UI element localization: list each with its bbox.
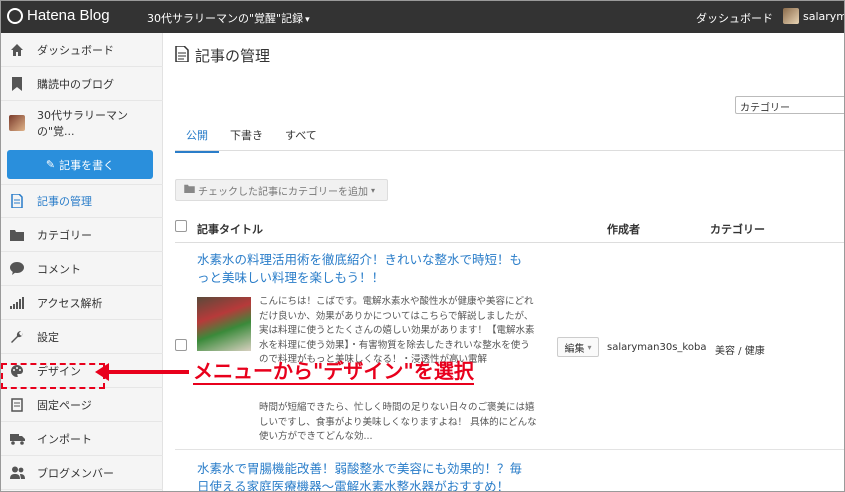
sidebar-item-label: アクセス解析 bbox=[37, 296, 103, 310]
arrow-shaft bbox=[109, 370, 189, 374]
sidebar-item-label: ダッシュボード bbox=[37, 43, 114, 57]
table-row: 水素水の料理活用術を徹底紹介！きれいな整水で時短！もっと美味しい料理を楽しもう！… bbox=[175, 243, 844, 450]
edit-button[interactable]: 編集 ▾ bbox=[557, 337, 599, 357]
user-menu[interactable]: salaryma bbox=[783, 8, 844, 24]
table-header: 記事タイトル 作成者 カテゴリー bbox=[175, 217, 844, 243]
annotation-text: メニューから"デザイン"を選択 bbox=[193, 359, 474, 385]
sidebar-item-label: 記事の管理 bbox=[37, 195, 92, 208]
blog-name-dropdown[interactable]: 30代サラリーマンの"覚醒"記録 bbox=[147, 10, 310, 26]
wrench-icon bbox=[9, 329, 25, 345]
sidebar-item-articles[interactable]: 記事の管理 bbox=[1, 184, 163, 218]
post-title-link[interactable]: 水素水の料理活用術を徹底紹介！きれいな整水で時短！もっと美味しい料理を楽しもう！… bbox=[197, 251, 527, 287]
add-category-label: チェックした記事にカテゴリーを追加 bbox=[198, 186, 368, 198]
sidebar-item-pages[interactable]: 固定ページ bbox=[1, 388, 163, 422]
home-icon bbox=[9, 42, 25, 58]
post-thumbnail bbox=[197, 297, 251, 351]
pencil-icon: ✎ bbox=[45, 158, 56, 171]
write-article-button[interactable]: ✎ 記事を書く bbox=[7, 150, 153, 179]
chevron-down-icon: ▾ bbox=[371, 185, 376, 195]
sidebar: ダッシュボード 購読中のブログ 30代サラリーマンの"覚... ✎ 記事を書く … bbox=[1, 33, 163, 491]
document-icon bbox=[9, 193, 25, 209]
edit-label: 編集 bbox=[564, 343, 585, 355]
row-checkbox[interactable] bbox=[175, 339, 187, 351]
members-icon bbox=[9, 465, 25, 481]
avatar bbox=[783, 8, 799, 24]
highlight-box bbox=[1, 363, 105, 389]
sidebar-item-label: 30代サラリーマンの"覚... bbox=[37, 109, 128, 138]
page-title: 記事の管理 bbox=[175, 44, 271, 66]
folder-icon bbox=[184, 184, 195, 196]
logo-ring-icon bbox=[7, 7, 23, 24]
sidebar-item-analytics[interactable]: アクセス解析 bbox=[1, 286, 163, 320]
username: salaryma bbox=[803, 9, 844, 23]
select-all-checkbox[interactable] bbox=[175, 220, 187, 232]
sidebar-item-comments[interactable]: コメント bbox=[1, 252, 163, 286]
dashboard-link[interactable]: ダッシュボード bbox=[696, 10, 773, 26]
page-icon bbox=[9, 397, 25, 413]
arrow-left-icon bbox=[95, 363, 109, 381]
write-article-label: 記事を書く bbox=[59, 158, 115, 172]
post-excerpt: こんにちは！こばです。電解水素水や酸性水が健康や美容にどれだけ良いか、効果があり… bbox=[259, 296, 535, 366]
chevron-down-icon: ▾ bbox=[587, 342, 592, 352]
sidebar-item-label: 固定ページ bbox=[37, 398, 92, 412]
page-title-text: 記事の管理 bbox=[195, 47, 271, 65]
table-row: 水素水で胃腸機能改善！弱酸整水で美容にも効果的！？毎日使える家庭医療機器～電解水… bbox=[175, 450, 844, 491]
folder-icon bbox=[9, 227, 25, 243]
add-category-button[interactable]: チェックした記事にカテゴリーを追加 ▾ bbox=[175, 179, 388, 201]
sidebar-item-import[interactable]: インポート bbox=[1, 422, 163, 456]
screen: Hatena Blog 30代サラリーマンの"覚醒"記録 ダッシュボード sal… bbox=[0, 0, 845, 492]
post-title-link[interactable]: 水素水で胃腸機能改善！弱酸整水で美容にも効果的！？毎日使える家庭医療機器～電解水… bbox=[197, 460, 527, 491]
sidebar-item-blog[interactable]: 30代サラリーマンの"覚... bbox=[1, 101, 163, 145]
comment-icon bbox=[9, 261, 25, 277]
sidebar-item-label: インポート bbox=[37, 432, 92, 446]
blog-avatar bbox=[9, 115, 25, 131]
truck-icon bbox=[9, 431, 25, 447]
sidebar-item-label: 購読中のブログ bbox=[37, 77, 114, 91]
tab-divider bbox=[175, 150, 844, 151]
column-title: 記事タイトル bbox=[197, 223, 263, 236]
column-author: 作成者 bbox=[607, 223, 640, 236]
post-author: salaryman30s_koba bbox=[607, 342, 707, 353]
sidebar-item-label: コメント bbox=[37, 262, 81, 276]
sidebar-item-label: カテゴリー bbox=[37, 228, 92, 242]
document-icon bbox=[175, 44, 189, 66]
sidebar-item-subscriptions[interactable]: 購読中のブログ bbox=[1, 67, 163, 101]
annotation: メニューから"デザイン"を選択 bbox=[95, 359, 474, 385]
main-content: 記事の管理 カテゴリー 公開 下書き すべて チェックした記事にカテゴリーを追加… bbox=[163, 33, 844, 491]
bookmark-icon bbox=[9, 76, 25, 92]
bar-chart-icon bbox=[9, 295, 25, 311]
sidebar-item-label: 設定 bbox=[37, 330, 59, 344]
sidebar-item-label: ブログメンバー bbox=[37, 466, 114, 480]
sidebar-item-dashboard[interactable]: ダッシュボード bbox=[1, 33, 163, 67]
sidebar-item-settings[interactable]: 設定 bbox=[1, 320, 163, 354]
logo-text: Hatena Blog bbox=[27, 7, 110, 24]
post-excerpt-tail: 時間が短縮できたら、忙しく時間の足りない日々のご褒美には嬉しいですし、食事がより… bbox=[259, 402, 537, 443]
top-bar: Hatena Blog 30代サラリーマンの"覚醒"記録 ダッシュボード sal… bbox=[1, 1, 844, 33]
category-select[interactable]: カテゴリー bbox=[735, 96, 844, 114]
sidebar-item-categories[interactable]: カテゴリー bbox=[1, 218, 163, 252]
column-category: カテゴリー bbox=[710, 223, 765, 236]
hatena-logo[interactable]: Hatena Blog bbox=[7, 7, 110, 24]
sidebar-item-members[interactable]: ブログメンバー bbox=[1, 456, 163, 490]
post-category: 美容 / 健康 bbox=[715, 346, 765, 357]
